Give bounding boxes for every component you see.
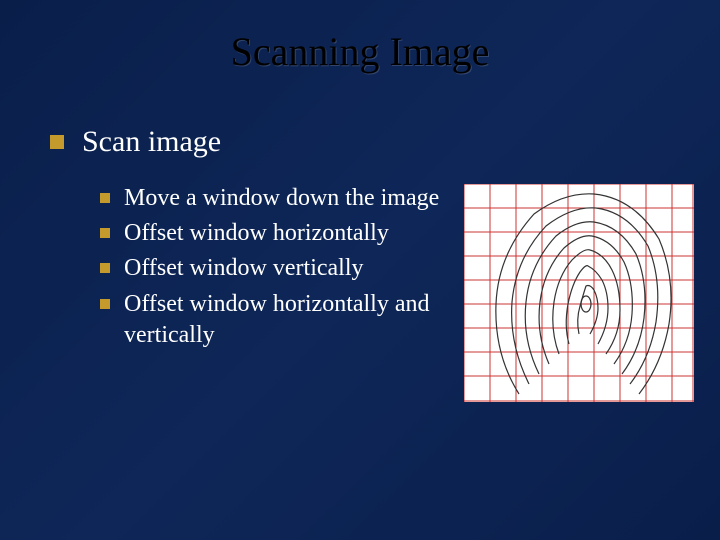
bullet-square-icon: [100, 193, 110, 203]
sub-bullet-text: Move a window down the image: [124, 183, 439, 214]
fingerprint-grid-image: [464, 184, 694, 402]
main-bullet: Scan image: [50, 125, 720, 159]
main-bullet-text: Scan image: [82, 125, 221, 159]
bullet-square-icon: [50, 135, 64, 149]
sub-bullet-text: Offset window horizontally: [124, 218, 389, 249]
sub-bullet-text: Offset window vertically: [124, 253, 364, 284]
sub-bullet-text: Offset window horizontally and verticall…: [124, 289, 464, 351]
bullet-square-icon: [100, 299, 110, 309]
slide-title: Scanning Image: [0, 0, 720, 75]
bullet-square-icon: [100, 263, 110, 273]
bullet-square-icon: [100, 228, 110, 238]
